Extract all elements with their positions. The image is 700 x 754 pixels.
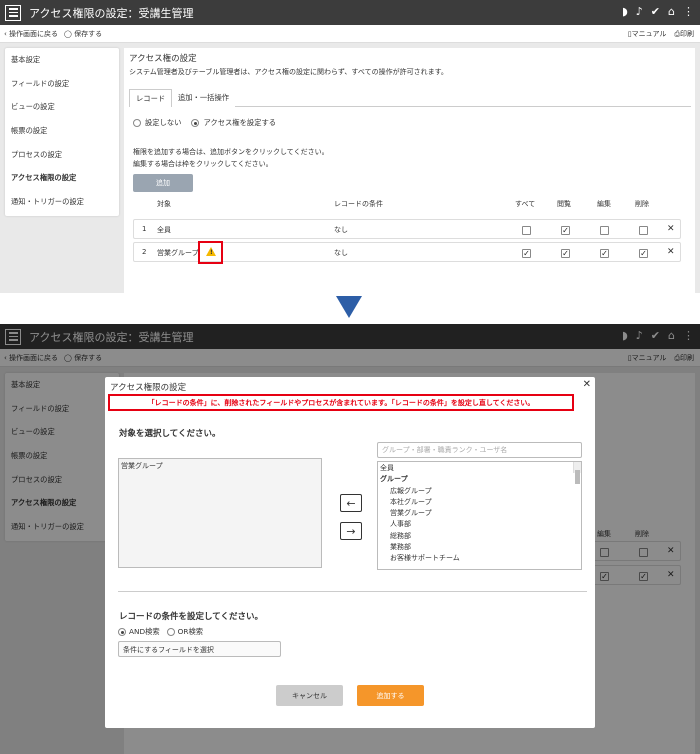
list-item[interactable]: お客様サポートチーム (380, 553, 579, 564)
row-number: 1 (142, 225, 147, 233)
checkbox-delete[interactable] (639, 226, 648, 235)
submit-button[interactable]: 追加する (357, 685, 424, 706)
col-all: すべて (515, 200, 536, 208)
back-link[interactable]: ‹ 操作画面に戻る (4, 29, 58, 39)
delete-row-icon[interactable]: ✕ (667, 247, 675, 257)
tab-record[interactable]: レコード (129, 89, 173, 107)
sidebar-item-notify[interactable]: 通知・トリガーの設定 (5, 190, 119, 214)
warning-highlight: ! (198, 241, 223, 264)
radio-not-set-label: 設定しない (145, 118, 182, 127)
col-condition: レコードの条件 (334, 200, 383, 208)
checkbox-edit[interactable] (600, 226, 609, 235)
sidebar: 基本設定 フィールドの設定 ビューの設定 帳票の設定 プロセスの設定 アクセス権… (5, 48, 119, 216)
row-target: 全員 (157, 226, 171, 234)
row-condition: なし (334, 249, 348, 257)
search-input[interactable]: グループ・部署・職責ランク・ユーザ名 (377, 442, 582, 458)
list-item[interactable]: 業務部 (380, 542, 579, 553)
list-item[interactable]: 総務部 (380, 531, 579, 542)
page-title: アクセス権の設定 (129, 54, 197, 64)
app-title: アクセス権限の設定：受講生管理 (29, 6, 194, 20)
close-icon[interactable]: ✕ (583, 379, 591, 390)
list-item[interactable]: グループ (380, 474, 579, 485)
radio-set[interactable] (191, 119, 200, 127)
list-item[interactable]: 営業グループ (380, 508, 579, 519)
check-icon[interactable]: ✔ (651, 5, 660, 18)
sub-toolbar: ‹ 操作画面に戻る ◯ 保存する ▯マニュアル ⎙印刷 (0, 25, 700, 43)
add-button[interactable]: 追加 (133, 174, 193, 192)
tab-bar: レコード 追加・一括操作 (129, 89, 691, 107)
page-description: システム管理者及びテーブル管理者は、アクセス権の設定に関わらず、すべての操作が許… (129, 68, 448, 76)
row-number: 2 (142, 248, 147, 256)
col-edit: 編集 (597, 200, 611, 208)
home-icon[interactable]: ⌂ (668, 5, 675, 18)
options-list[interactable]: 全員 グループ 広報グループ 本社グループ 営業グループ 人事部 総務部 業務部… (377, 461, 582, 570)
col-target: 対象 (157, 200, 171, 208)
instruction-edit: 編集する場合は枠をクリックしてください。 (133, 160, 273, 168)
col-view: 閲覧 (557, 200, 571, 208)
radio-not-set[interactable] (133, 119, 141, 127)
radio-or[interactable] (166, 628, 175, 636)
arrow-left-icon[interactable]: ← (340, 494, 362, 512)
sidebar-item-basic[interactable]: 基本設定 (5, 48, 119, 72)
sidebar-item-process[interactable]: プロセスの設定 (5, 143, 119, 167)
checkbox-all[interactable] (522, 226, 531, 235)
title-bar: アクセス権限の設定：受講生管理 ◗ ♪ ✔ ⌂ ⋮ (0, 0, 700, 25)
radio-set-label: アクセス権を設定する (203, 118, 277, 127)
save-button[interactable]: ◯ 保存する (64, 29, 102, 39)
table-row[interactable]: 1 全員 なし ✓ ✕ (133, 219, 681, 239)
list-item[interactable]: 広報グループ (380, 486, 579, 497)
instruction-add: 権限を追加する場合は、追加ボタンをクリックしてください。 (133, 148, 329, 156)
condition-field-select[interactable]: 条件にするフィールドを選択 (118, 641, 281, 657)
checkbox-view[interactable]: ✓ (561, 249, 570, 258)
sidebar-item-fields[interactable]: フィールドの設定 (5, 72, 119, 96)
arrow-right-icon[interactable]: → (340, 522, 362, 540)
sidebar-item-views[interactable]: ビューの設定 (5, 95, 119, 119)
radio-and-label: AND検索 (129, 627, 160, 636)
print-link[interactable]: ⎙印刷 (674, 29, 694, 39)
list-item[interactable]: 本社グループ (380, 497, 579, 508)
row-target: 営業グループ (157, 249, 199, 257)
manual-link[interactable]: ▯マニュアル (628, 29, 667, 39)
scrollbar[interactable] (573, 462, 581, 484)
error-message: 「レコードの条件」に、削除されたフィールドやプロセスが含まれています。「レコード… (108, 394, 574, 411)
radio-or-label: OR検索 (177, 627, 204, 636)
cancel-button[interactable]: キャンセル (276, 685, 343, 706)
down-arrow-icon (336, 296, 362, 318)
checkbox-edit[interactable]: ✓ (600, 249, 609, 258)
more-icon[interactable]: ⋮ (683, 5, 694, 18)
sidebar-item-forms[interactable]: 帳票の設定 (5, 119, 119, 143)
list-item[interactable]: 全員 (380, 463, 579, 474)
shield-icon[interactable]: ◗ (622, 5, 628, 18)
select-heading: 対象を選択してください。 (119, 429, 221, 439)
checkbox-view[interactable]: ✓ (561, 226, 570, 235)
selected-list[interactable]: 営業グループ (118, 458, 322, 568)
delete-row-icon[interactable]: ✕ (667, 224, 675, 234)
checkbox-delete[interactable]: ✓ (639, 249, 648, 258)
list-item[interactable]: 営業グループ (121, 461, 319, 471)
row-condition: なし (334, 226, 348, 234)
bell-icon[interactable]: ♪ (636, 5, 643, 18)
warning-icon[interactable]: ! (206, 247, 216, 256)
access-modal: アクセス権限の設定 ✕ 「レコードの条件」に、削除されたフィールドやプロセスが含… (105, 377, 595, 728)
modal-title: アクセス権限の設定 (110, 383, 187, 393)
condition-heading: レコードの条件を設定してください。 (119, 612, 263, 622)
hamburger-menu-icon[interactable] (5, 4, 21, 21)
checkbox-all[interactable]: ✓ (522, 249, 531, 258)
sidebar-item-access[interactable]: アクセス権限の設定 (5, 166, 119, 190)
tab-bulk[interactable]: 追加・一括操作 (172, 89, 236, 107)
col-delete: 削除 (635, 200, 649, 208)
radio-and[interactable] (118, 628, 126, 636)
list-item[interactable]: 人事部 (380, 519, 579, 530)
divider (118, 591, 587, 592)
